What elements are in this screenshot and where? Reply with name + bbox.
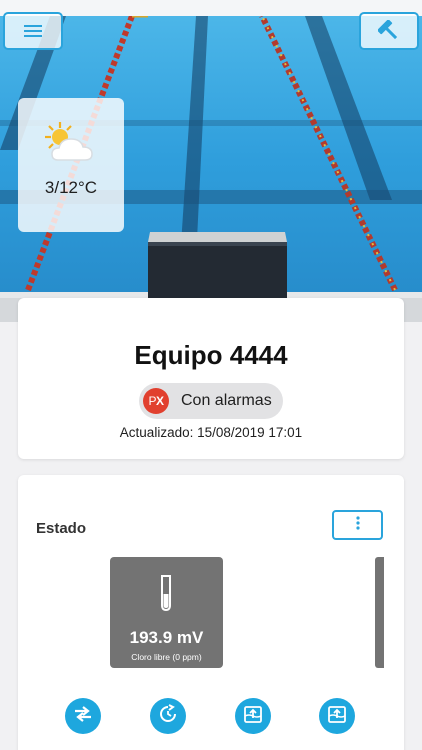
swap-arrows-icon <box>73 705 93 727</box>
last-updated-text: Actualizado: 15/08/2019 17:01 <box>119 425 303 440</box>
hammer-icon <box>378 20 400 42</box>
action-bar <box>18 698 404 734</box>
pool-upload-button-2[interactable] <box>319 698 355 734</box>
pool-upload-button-1[interactable] <box>235 698 271 734</box>
status-options-button[interactable] <box>332 510 383 540</box>
sensor-caption: Cloro libre (0 ppm) <box>131 652 202 662</box>
device-title: Equipo 4444 <box>134 340 288 370</box>
timer-button[interactable] <box>150 698 186 734</box>
partly-sunny-cloud-icon <box>40 120 100 166</box>
swap-button[interactable] <box>65 698 101 734</box>
status-heading: Estado <box>36 520 87 537</box>
menu-button[interactable] <box>3 12 63 50</box>
sensor-tile-chlorine[interactable]: 193.9 mV Cloro libre (0 ppm) <box>110 557 223 668</box>
hero-pool-image: 3/12°C <box>0 0 422 322</box>
px-logo-icon: PX <box>143 388 169 414</box>
device-card: Equipo 4444 PX Con alarmas Actualizado: … <box>18 298 404 459</box>
timer-refresh-icon <box>158 703 178 729</box>
px-logo-text: PX <box>148 394 164 408</box>
weather-card[interactable]: 3/12°C <box>18 98 124 232</box>
pool-upload-icon <box>327 704 347 729</box>
alarm-status-badge[interactable]: PX Con alarmas <box>139 383 283 419</box>
hamburger-menu-icon <box>24 24 42 38</box>
pool-upload-icon <box>243 704 263 729</box>
temperature-text: 3/12°C <box>44 178 98 197</box>
test-tube-icon <box>159 574 173 617</box>
vertical-dots-icon <box>355 515 360 535</box>
status-card: Estado 193.9 mV Cloro libre (0 ppm) <box>18 475 404 750</box>
alarm-status-label: Con alarmas <box>181 392 272 409</box>
next-sensor-tile[interactable] <box>375 557 384 668</box>
tools-button[interactable] <box>359 12 419 50</box>
sensor-value: 193.9 mV <box>129 628 204 647</box>
